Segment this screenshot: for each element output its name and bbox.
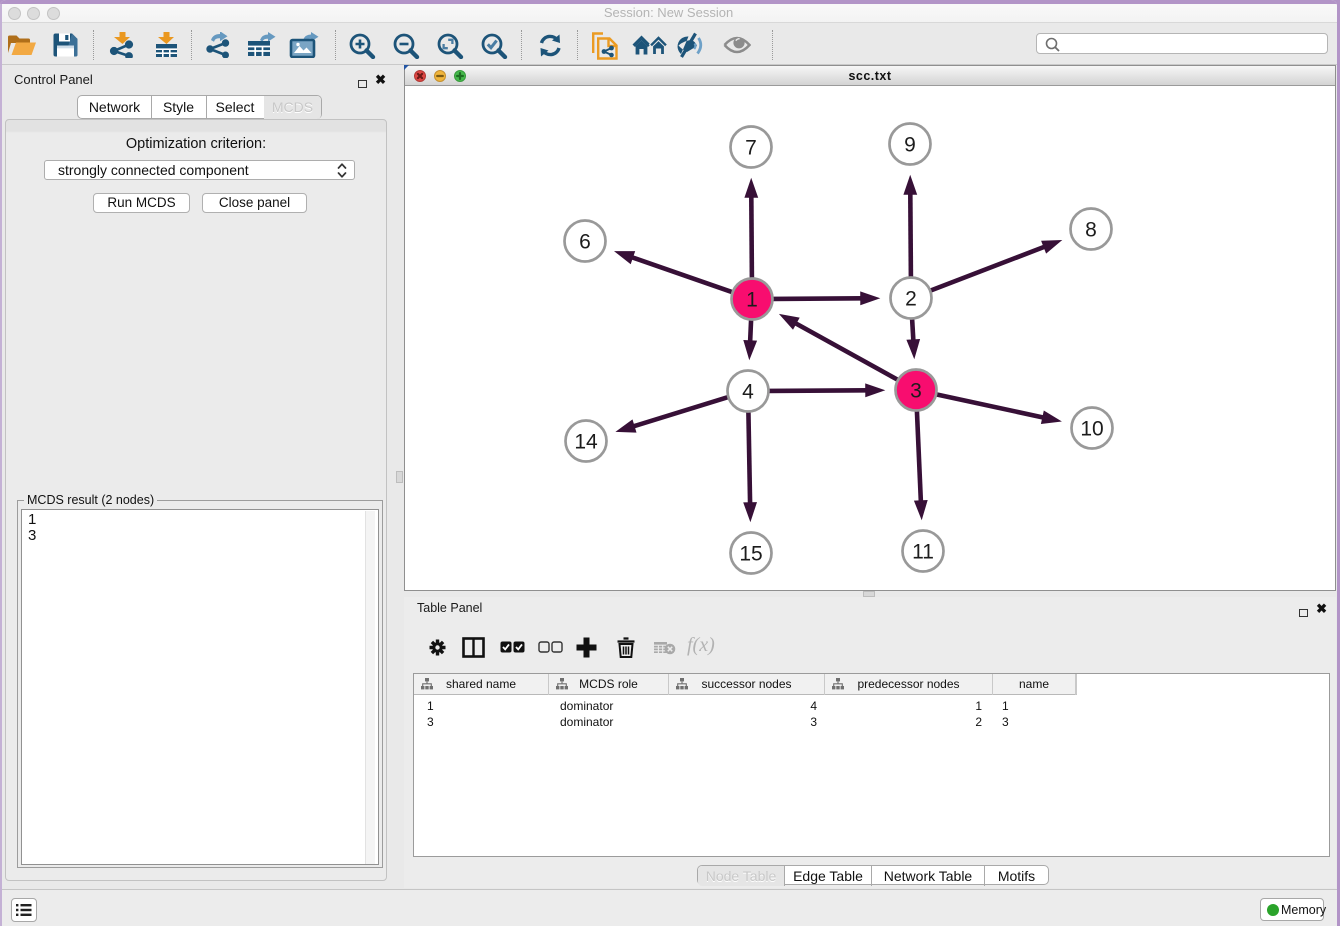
svg-text:9: 9 xyxy=(904,134,916,157)
svg-text:4: 4 xyxy=(742,381,754,404)
svg-text:14: 14 xyxy=(574,431,598,454)
svg-text:11: 11 xyxy=(912,541,934,564)
svg-text:10: 10 xyxy=(1080,418,1103,441)
svg-text:3: 3 xyxy=(910,380,922,403)
svg-text:6: 6 xyxy=(579,231,591,254)
svg-text:1: 1 xyxy=(746,289,758,312)
svg-text:7: 7 xyxy=(745,137,757,160)
svg-text:8: 8 xyxy=(1085,219,1097,242)
svg-text:2: 2 xyxy=(905,288,917,311)
svg-text:15: 15 xyxy=(739,543,762,566)
